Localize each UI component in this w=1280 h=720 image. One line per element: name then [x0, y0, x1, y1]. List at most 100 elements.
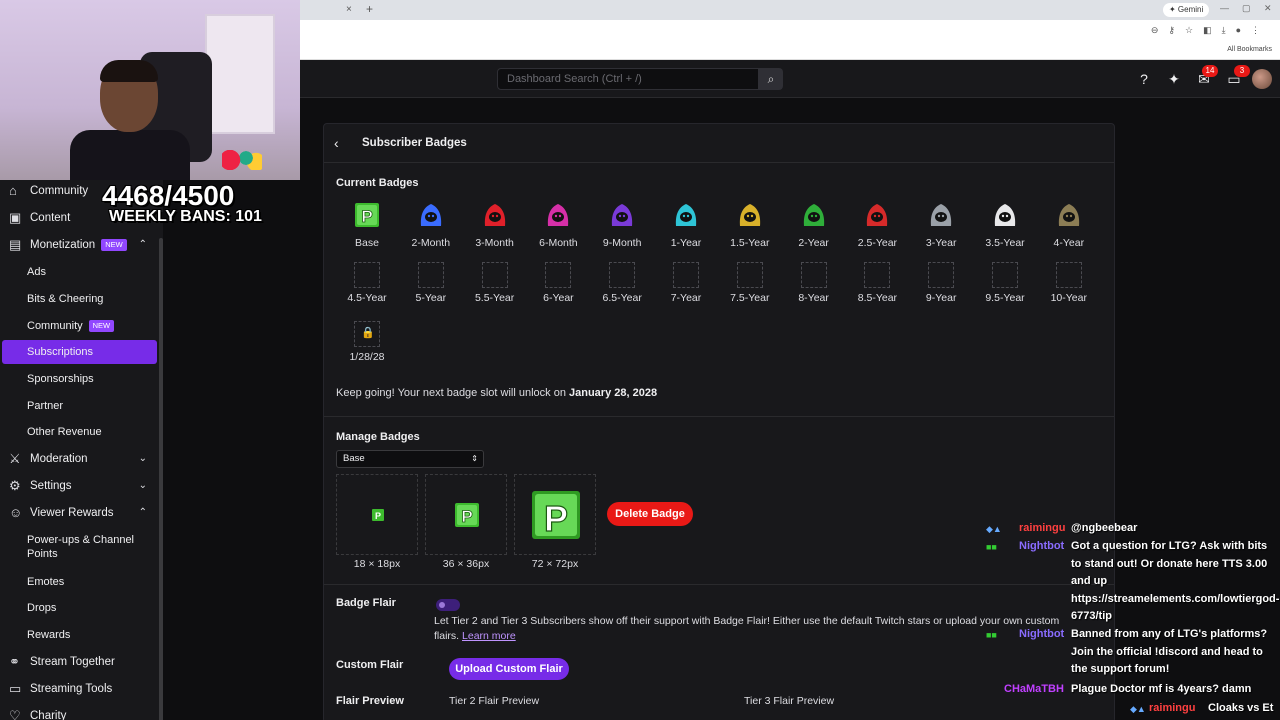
chat-message: @ngbeebear [1071, 522, 1138, 534]
sidebar-item-rewards[interactable]: Rewards [0, 623, 155, 647]
new-tab-icon[interactable]: + [366, 2, 373, 16]
menu-icon[interactable]: ⋮ [1251, 25, 1260, 36]
sidebar-item-power-ups[interactable]: Power-ups & Channel Points [0, 531, 155, 563]
badge-slot[interactable]: 9.5-Year [975, 262, 1035, 304]
sidebar-item-moderation[interactable]: ⚔ Moderation ⌄ [0, 447, 155, 471]
badge-icon [548, 204, 569, 226]
sidebar-item-stream-together[interactable]: ⚭ Stream Together [0, 650, 155, 674]
whispers-count-badge: 3 [1234, 65, 1250, 77]
badge-icon [484, 204, 505, 226]
download-icon[interactable]: ⤓ [1222, 25, 1226, 36]
sidebar-item-sponsorships[interactable]: Sponsorships [0, 367, 155, 391]
key-icon[interactable]: ⚷ [1168, 25, 1175, 36]
badge-preview-18[interactable]: P [336, 474, 418, 555]
badge-slot[interactable]: 1.5-Year [720, 202, 780, 249]
upload-custom-flair-button[interactable]: Upload Custom Flair [449, 658, 569, 680]
chevron-up-icon[interactable]: ⌃ [139, 501, 147, 525]
badge-slot[interactable]: 2-Year [784, 202, 844, 249]
badge-flair-toggle[interactable] [436, 599, 460, 611]
badge-slot[interactable]: 5.5-Year [465, 262, 525, 304]
avatar[interactable] [1252, 69, 1272, 89]
badge-slot[interactable]: 4.5-Year [337, 262, 397, 304]
badge-slot[interactable]: 6-Year [528, 262, 588, 304]
tab-close-icon[interactable]: × [346, 4, 352, 15]
locked-slot-date: 1/28/28 [349, 351, 385, 363]
star-icon[interactable]: ☆ [1185, 25, 1193, 36]
unlock-message-text: Keep going! Your next badge slot will un… [336, 387, 569, 399]
viewer-rewards-icon: ☺ [9, 505, 23, 520]
badge-slot[interactable]: 6-Month [528, 202, 588, 249]
sidebar-item-streaming-tools[interactable]: ▭ Streaming Tools [0, 677, 155, 701]
chevron-down-icon[interactable]: ⌄ [139, 447, 147, 471]
badge-preview-72[interactable]: P [514, 474, 596, 555]
badge-preview-36[interactable]: P [425, 474, 507, 555]
chat-message: Plague Doctor mf is 4years? damn [1071, 683, 1252, 695]
badge-slot[interactable]: 2-Month [401, 202, 461, 249]
chat-username[interactable]: CHaMaTBH [1004, 683, 1064, 695]
sidebar-item-viewer-rewards[interactable]: ☺ Viewer Rewards ⌃ [0, 501, 155, 525]
badge-slot[interactable]: 5-Year [401, 262, 461, 304]
badge-slot[interactable]: 3.5-Year [975, 202, 1035, 249]
chat-username[interactable]: raimingu [1019, 522, 1065, 534]
sidebar-item-charity[interactable]: ♡ Charity [0, 704, 155, 720]
chevron-up-icon[interactable]: ⌃ [139, 233, 147, 257]
sidebar-item-community-sub[interactable]: Community NEW [0, 314, 155, 338]
maximize-icon[interactable]: ▢ [1242, 3, 1251, 14]
extensions-icon[interactable]: ◧ [1203, 25, 1212, 36]
browser-toolbar-icons: ⊖ ⚷ ☆ ◧ ⤓ ● ⋮ [1151, 25, 1260, 36]
help-icon[interactable]: ? [1136, 71, 1152, 87]
sidebar-item-label: Streaming Tools [30, 683, 113, 695]
zoom-icon[interactable]: ⊖ [1151, 25, 1159, 36]
empty-badge-slot [417, 262, 444, 288]
badge-slot[interactable]: 8.5-Year [847, 262, 907, 304]
badge-slot[interactable]: 9-Month [592, 202, 652, 249]
sidebar-item-bits[interactable]: Bits & Cheering [0, 287, 155, 311]
sidebar-item-monetization[interactable]: ▤ Monetization NEW ⌃ [0, 233, 155, 257]
badge-slot[interactable]: 7.5-Year [720, 262, 780, 304]
badge-slot[interactable]: 3-Year [911, 202, 971, 249]
sidebar-item-ads[interactable]: Ads [0, 260, 155, 284]
sidebar-item-partner[interactable]: Partner [0, 394, 155, 418]
badge-slot[interactable]: 1-Year [656, 202, 716, 249]
badge-slot[interactable]: 3-Month [465, 202, 525, 249]
chat-username[interactable]: Nightbot [1019, 628, 1064, 640]
sidebar-item-subscriptions[interactable]: Subscriptions [2, 340, 157, 364]
dashboard-search-input[interactable]: Dashboard Search (Ctrl + /) [497, 68, 759, 90]
sidebar-item-other-revenue[interactable]: Other Revenue [0, 420, 155, 444]
sidebar-scrollbar[interactable] [159, 238, 163, 720]
learn-more-link[interactable]: Learn more [462, 630, 516, 642]
sidebar-item-settings[interactable]: ⚙ Settings ⌄ [0, 474, 155, 498]
sparkle-icon[interactable]: ✦ [1166, 71, 1182, 87]
badge-slot[interactable]: 2.5-Year [847, 202, 907, 249]
badge-slot[interactable]: 10-Year [1039, 262, 1099, 304]
badge-select[interactable]: Base ⇕ [336, 450, 484, 468]
search-icon[interactable]: ⌕ [759, 68, 783, 90]
badge-label: 6-Month [539, 237, 578, 249]
sidebar-item-emotes[interactable]: Emotes [0, 570, 155, 594]
badge-icon [931, 204, 952, 226]
chevron-down-icon[interactable]: ⌄ [139, 474, 147, 498]
badge-slot[interactable]: 8-Year [784, 262, 844, 304]
back-chevron-icon[interactable]: ‹ [334, 135, 339, 151]
all-bookmarks-link[interactable]: All Bookmarks [1227, 46, 1272, 53]
badge-slot[interactable]: 9-Year [911, 262, 971, 304]
badge-slot[interactable]: 6.5-Year [592, 262, 652, 304]
svg-text:P: P [361, 207, 372, 226]
chat-username[interactable]: Nightbot [1019, 540, 1064, 552]
minimize-icon[interactable]: — [1220, 3, 1229, 13]
badge-slot[interactable]: 4-Year [1039, 202, 1099, 249]
profile-icon[interactable]: ● [1236, 25, 1241, 36]
badge-slot[interactable]: P Base [337, 202, 397, 249]
close-window-icon[interactable]: ✕ [1264, 3, 1272, 14]
sidebar-item-drops[interactable]: Drops [0, 596, 155, 620]
badge-72-icon: P [532, 491, 580, 540]
gemini-button[interactable]: ✦ Gemini [1163, 3, 1210, 17]
divider [324, 416, 1114, 417]
delete-badge-button[interactable]: Delete Badge [607, 502, 693, 526]
sidebar-item-label: Viewer Rewards [30, 507, 114, 519]
chat-username[interactable]: raimingu [1149, 702, 1195, 714]
badge-slot[interactable]: 7-Year [656, 262, 716, 304]
badge-label: 9.5-Year [985, 292, 1025, 304]
monetization-icon: ▤ [9, 237, 22, 252]
tier2-preview-label: Tier 2 Flair Preview [449, 695, 540, 707]
